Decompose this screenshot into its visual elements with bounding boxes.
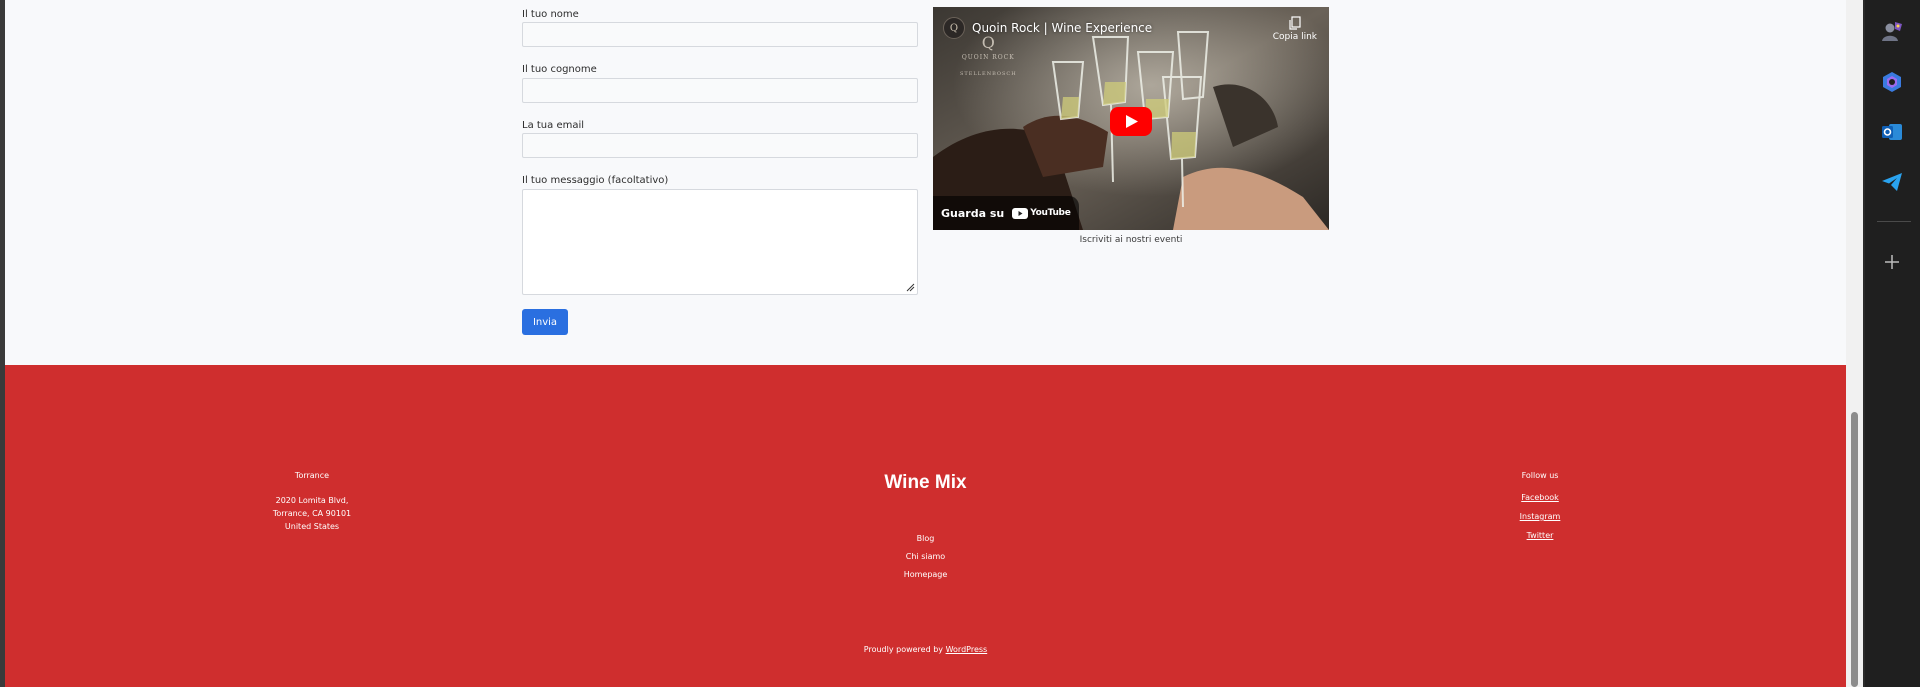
follow-title: Follow us bbox=[1521, 471, 1559, 480]
copy-link-label: Copia link bbox=[1272, 32, 1317, 42]
brand-watermark: Q QUOIN ROCK STELLENBOSCH bbox=[960, 32, 1017, 78]
watch-on-youtube-button[interactable]: Guarda su YouTube bbox=[933, 196, 1079, 230]
copilot-icon[interactable] bbox=[1880, 70, 1904, 94]
message-textarea[interactable] bbox=[522, 189, 918, 295]
youtube-play-icon bbox=[1012, 207, 1029, 219]
sidebar-divider bbox=[1877, 221, 1911, 222]
copy-icon bbox=[1289, 16, 1301, 30]
facebook-link[interactable]: Facebook bbox=[1490, 488, 1590, 507]
browser-sidebar bbox=[1865, 0, 1920, 687]
first-name-field[interactable] bbox=[522, 22, 918, 47]
video-caption: Iscriviti ai nostri eventi bbox=[1079, 235, 1183, 245]
resize-grip-icon[interactable] bbox=[906, 283, 915, 292]
social-block: Follow us Facebook Instagram Twitter bbox=[1490, 469, 1590, 545]
powered-by: Proudly powered by WordPress bbox=[5, 645, 1846, 654]
nav-item-homepage[interactable]: Homepage bbox=[5, 566, 1846, 584]
submit-button[interactable]: Invia bbox=[522, 309, 568, 335]
watch-on-label: Guarda su bbox=[941, 206, 1005, 220]
outlook-icon[interactable] bbox=[1880, 120, 1904, 144]
last-name-field[interactable] bbox=[522, 78, 918, 103]
brand-location: STELLENBOSCH bbox=[960, 70, 1017, 77]
brand-name: QUOIN ROCK bbox=[961, 54, 1015, 62]
message-label: Il tuo messaggio (facoltativo) bbox=[522, 175, 669, 186]
scrollbar-thumb[interactable] bbox=[1851, 412, 1858, 687]
address-line: Torrance, CA 90101 bbox=[272, 509, 352, 518]
email-label: La tua email bbox=[522, 120, 585, 131]
web-page: Il tuo nome Il tuo cognome La tua email … bbox=[5, 0, 1846, 687]
powered-by-text: Proudly powered by bbox=[863, 645, 946, 654]
email-field[interactable] bbox=[522, 133, 918, 158]
page-scrollbar[interactable] bbox=[1846, 0, 1863, 687]
twitter-link[interactable]: Twitter bbox=[1490, 526, 1590, 545]
last-name-label: Il tuo cognome bbox=[522, 64, 597, 75]
address-line: 2020 Lomita Blvd, bbox=[275, 496, 349, 505]
brand-monogram: Q bbox=[981, 33, 995, 52]
youtube-embed[interactable]: Q Quoin Rock | Wine Experience Q QUOIN R… bbox=[933, 7, 1329, 230]
play-icon[interactable] bbox=[1110, 107, 1152, 136]
telegram-icon[interactable] bbox=[1880, 170, 1904, 194]
site-footer: Torrance 2020 Lomita Blvd, Torrance, CA … bbox=[5, 365, 1846, 687]
nav-item-chi-siamo[interactable]: Chi siamo bbox=[5, 548, 1846, 566]
first-name-label: Il tuo nome bbox=[522, 9, 579, 20]
wordpress-link[interactable]: WordPress bbox=[946, 645, 988, 654]
youtube-logo: YouTube bbox=[1012, 207, 1071, 219]
youtube-wordmark: YouTube bbox=[1030, 208, 1071, 218]
add-icon[interactable] bbox=[1880, 250, 1904, 274]
persona-icon[interactable] bbox=[1880, 20, 1904, 44]
copy-link-button[interactable]: Copia link bbox=[1273, 16, 1317, 42]
instagram-link[interactable]: Instagram bbox=[1490, 507, 1590, 526]
